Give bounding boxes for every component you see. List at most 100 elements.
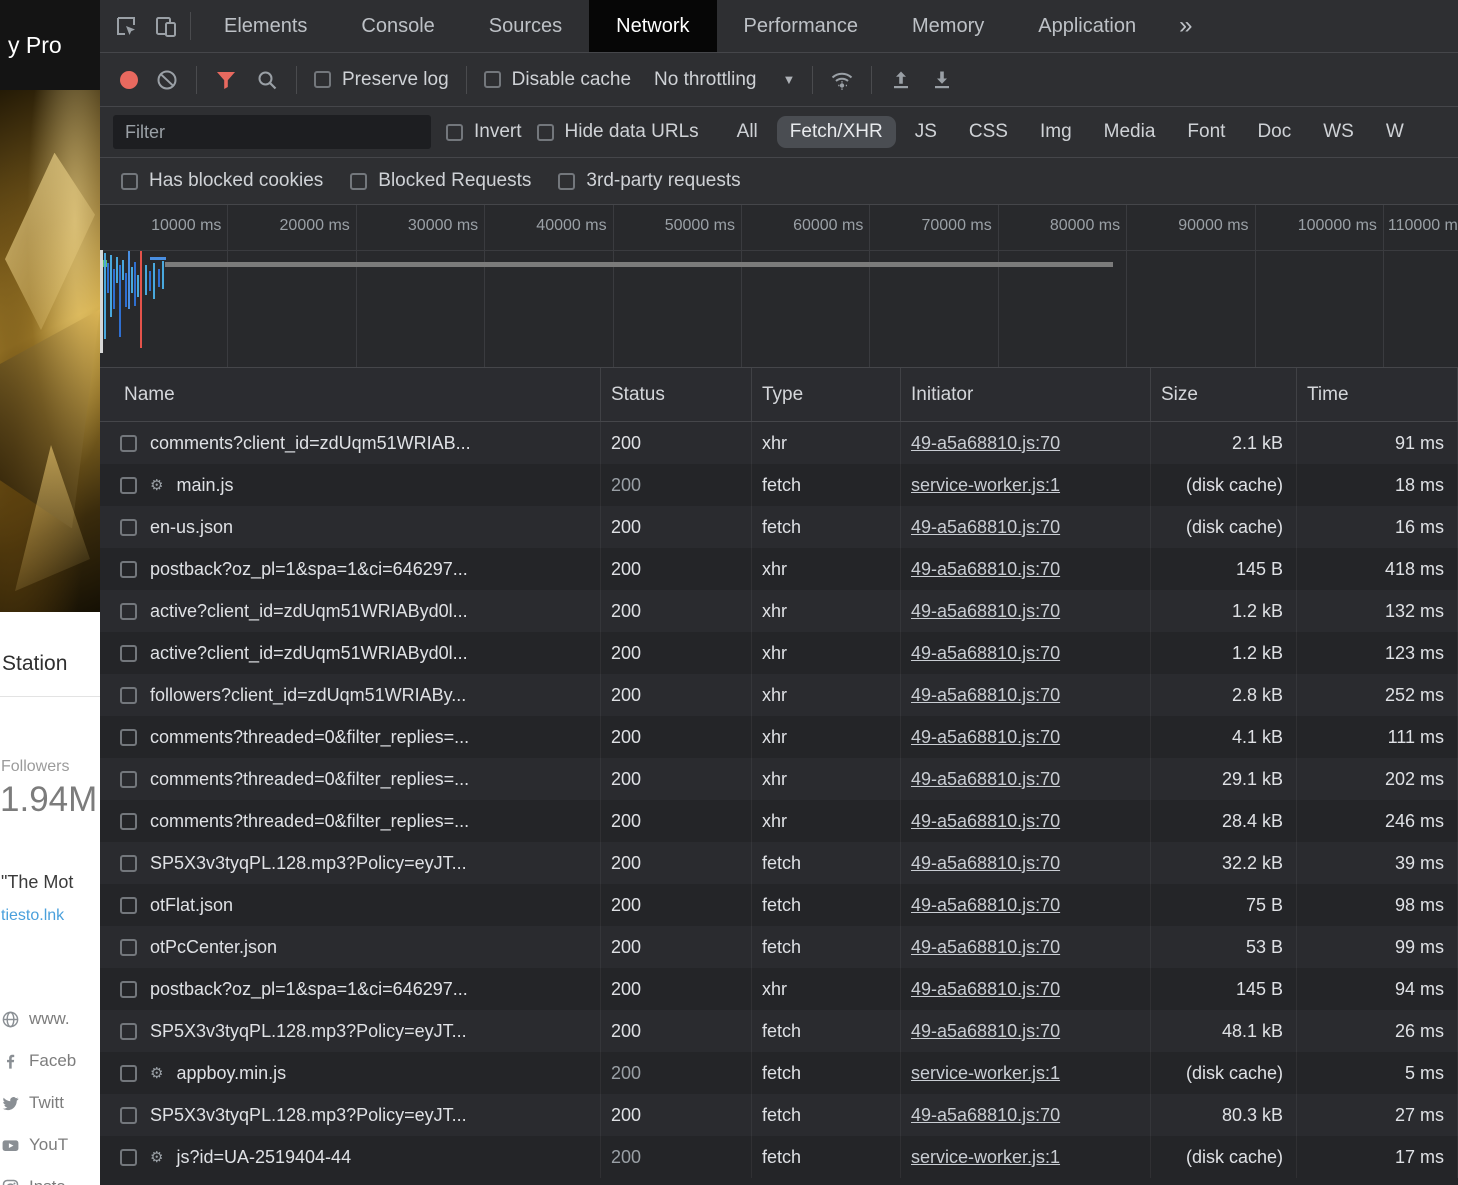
initiator-link[interactable]: 49-a5a68810.js:70 bbox=[911, 937, 1060, 958]
type-filter-ws[interactable]: WS bbox=[1310, 116, 1367, 148]
table-row[interactable]: otPcCenter.json200fetch49-a5a68810.js:70… bbox=[100, 926, 1458, 968]
initiator-link[interactable]: 49-a5a68810.js:70 bbox=[911, 727, 1060, 748]
tab-console[interactable]: Console bbox=[334, 0, 461, 52]
profile-link[interactable]: tiesto.lnk bbox=[1, 907, 64, 925]
invert-option[interactable]: Invert bbox=[446, 121, 522, 143]
third-party-requests-option[interactable]: 3rd-party requests bbox=[558, 170, 740, 192]
request-name-cell[interactable]: comments?threaded=0&filter_replies=... bbox=[100, 800, 601, 842]
social-link-twitt[interactable]: Twitt bbox=[1, 1082, 76, 1124]
type-filter-all[interactable]: All bbox=[724, 116, 771, 148]
request-name-cell[interactable]: ⚙appboy.min.js bbox=[100, 1052, 601, 1094]
table-row[interactable]: ⚙appboy.min.js200fetchservice-worker.js:… bbox=[100, 1052, 1458, 1094]
tab-application[interactable]: Application bbox=[1011, 0, 1163, 52]
request-name-cell[interactable]: SP5X3v3tyqPL.128.mp3?Policy=eyJT... bbox=[100, 1094, 601, 1136]
initiator-link[interactable]: 49-a5a68810.js:70 bbox=[911, 643, 1060, 664]
initiator-link[interactable]: service-worker.js:1 bbox=[911, 1063, 1060, 1084]
table-row[interactable]: ⚙js?id=UA-2519404-44200fetchservice-work… bbox=[100, 1136, 1458, 1178]
initiator-link[interactable]: 49-a5a68810.js:70 bbox=[911, 685, 1060, 706]
request-name-cell[interactable]: postback?oz_pl=1&spa=1&ci=646297... bbox=[100, 548, 601, 590]
row-checkbox[interactable] bbox=[120, 519, 137, 536]
row-checkbox[interactable] bbox=[120, 1149, 137, 1166]
device-toolbar-icon[interactable] bbox=[154, 14, 178, 38]
table-row[interactable]: postback?oz_pl=1&spa=1&ci=646297...200xh… bbox=[100, 968, 1458, 1010]
invert-checkbox[interactable] bbox=[446, 124, 463, 141]
row-checkbox[interactable] bbox=[120, 813, 137, 830]
column-header-initiator[interactable]: Initiator bbox=[901, 368, 1151, 421]
blocked-requests-option[interactable]: Blocked Requests bbox=[350, 170, 531, 192]
initiator-link[interactable]: 49-a5a68810.js:70 bbox=[911, 1021, 1060, 1042]
initiator-link[interactable]: 49-a5a68810.js:70 bbox=[911, 811, 1060, 832]
row-checkbox[interactable] bbox=[120, 1107, 137, 1124]
table-row[interactable]: active?client_id=zdUqm51WRIAByd0l...200x… bbox=[100, 632, 1458, 674]
social-link-www[interactable]: www. bbox=[1, 998, 76, 1040]
row-checkbox[interactable] bbox=[120, 855, 137, 872]
request-name-cell[interactable]: comments?threaded=0&filter_replies=... bbox=[100, 758, 601, 800]
initiator-link[interactable]: 49-a5a68810.js:70 bbox=[911, 769, 1060, 790]
table-row[interactable]: comments?threaded=0&filter_replies=...20… bbox=[100, 800, 1458, 842]
hide-data-urls-checkbox[interactable] bbox=[537, 124, 554, 141]
request-name-cell[interactable]: comments?client_id=zdUqm51WRIAB... bbox=[100, 422, 601, 464]
social-link-faceb[interactable]: Faceb bbox=[1, 1040, 76, 1082]
table-row[interactable]: SP5X3v3tyqPL.128.mp3?Policy=eyJT...200fe… bbox=[100, 1010, 1458, 1052]
request-name-cell[interactable]: SP5X3v3tyqPL.128.mp3?Policy=eyJT... bbox=[100, 1010, 601, 1052]
request-name-cell[interactable]: otPcCenter.json bbox=[100, 926, 601, 968]
column-header-status[interactable]: Status bbox=[601, 368, 752, 421]
throttling-select[interactable]: No throttling ▼ bbox=[654, 69, 795, 91]
table-row[interactable]: comments?threaded=0&filter_replies=...20… bbox=[100, 716, 1458, 758]
network-conditions-icon[interactable] bbox=[830, 68, 854, 92]
type-filter-js[interactable]: JS bbox=[902, 116, 950, 148]
type-filter-css[interactable]: CSS bbox=[956, 116, 1021, 148]
table-row[interactable]: active?client_id=zdUqm51WRIAByd0l...200x… bbox=[100, 590, 1458, 632]
blocked-requests-checkbox[interactable] bbox=[350, 173, 367, 190]
social-link-insta[interactable]: Insta bbox=[1, 1166, 76, 1185]
row-checkbox[interactable] bbox=[120, 729, 137, 746]
initiator-link[interactable]: 49-a5a68810.js:70 bbox=[911, 517, 1060, 538]
column-header-time[interactable]: Time bbox=[1297, 368, 1458, 421]
request-name-cell[interactable]: active?client_id=zdUqm51WRIAByd0l... bbox=[100, 590, 601, 632]
record-button[interactable] bbox=[120, 71, 138, 89]
filter-input[interactable] bbox=[113, 115, 431, 149]
clear-icon[interactable] bbox=[155, 68, 179, 92]
row-checkbox[interactable] bbox=[120, 561, 137, 578]
initiator-link[interactable]: 49-a5a68810.js:70 bbox=[911, 895, 1060, 916]
request-name-cell[interactable]: ⚙main.js bbox=[100, 464, 601, 506]
type-filter-media[interactable]: Media bbox=[1091, 116, 1169, 148]
type-filter-w[interactable]: W bbox=[1373, 116, 1417, 148]
row-checkbox[interactable] bbox=[120, 981, 137, 998]
disable-cache-option[interactable]: Disable cache bbox=[484, 69, 631, 91]
table-row[interactable]: en-us.json200fetch49-a5a68810.js:70(disk… bbox=[100, 506, 1458, 548]
tab-network[interactable]: Network bbox=[589, 0, 716, 52]
request-name-cell[interactable]: ⚙js?id=UA-2519404-44 bbox=[100, 1136, 601, 1178]
request-name-cell[interactable]: SP5X3v3tyqPL.128.mp3?Policy=eyJT... bbox=[100, 842, 601, 884]
type-filter-fetch-xhr[interactable]: Fetch/XHR bbox=[777, 116, 896, 148]
table-row[interactable]: SP5X3v3tyqPL.128.mp3?Policy=eyJT...200fe… bbox=[100, 842, 1458, 884]
social-link-yout[interactable]: YouT bbox=[1, 1124, 76, 1166]
preserve-log-checkbox[interactable] bbox=[314, 71, 331, 88]
row-checkbox[interactable] bbox=[120, 687, 137, 704]
import-har-icon[interactable] bbox=[889, 68, 913, 92]
tab-sources[interactable]: Sources bbox=[462, 0, 589, 52]
table-row[interactable]: ⚙main.js200fetchservice-worker.js:1(disk… bbox=[100, 464, 1458, 506]
preserve-log-option[interactable]: Preserve log bbox=[314, 69, 449, 91]
third-party-requests-checkbox[interactable] bbox=[558, 173, 575, 190]
filter-icon[interactable] bbox=[214, 68, 238, 92]
request-name-cell[interactable]: otFlat.json bbox=[100, 884, 601, 926]
row-checkbox[interactable] bbox=[120, 771, 137, 788]
request-name-cell[interactable]: postback?oz_pl=1&spa=1&ci=646297... bbox=[100, 968, 601, 1010]
row-checkbox[interactable] bbox=[120, 477, 137, 494]
initiator-link[interactable]: 49-a5a68810.js:70 bbox=[911, 559, 1060, 580]
row-checkbox[interactable] bbox=[120, 1065, 137, 1082]
request-name-cell[interactable]: en-us.json bbox=[100, 506, 601, 548]
table-row[interactable]: SP5X3v3tyqPL.128.mp3?Policy=eyJT...200fe… bbox=[100, 1094, 1458, 1136]
table-row[interactable]: comments?client_id=zdUqm51WRIAB...200xhr… bbox=[100, 422, 1458, 464]
request-name-cell[interactable]: followers?client_id=zdUqm51WRIABy... bbox=[100, 674, 601, 716]
table-row[interactable]: followers?client_id=zdUqm51WRIABy...200x… bbox=[100, 674, 1458, 716]
column-header-name[interactable]: Name bbox=[100, 368, 601, 421]
has-blocked-cookies-checkbox[interactable] bbox=[121, 173, 138, 190]
hide-data-urls-option[interactable]: Hide data URLs bbox=[537, 121, 699, 143]
tab-memory[interactable]: Memory bbox=[885, 0, 1011, 52]
table-row[interactable]: comments?threaded=0&filter_replies=...20… bbox=[100, 758, 1458, 800]
column-header-size[interactable]: Size bbox=[1151, 368, 1297, 421]
row-checkbox[interactable] bbox=[120, 645, 137, 662]
inspect-icon[interactable] bbox=[114, 14, 138, 38]
